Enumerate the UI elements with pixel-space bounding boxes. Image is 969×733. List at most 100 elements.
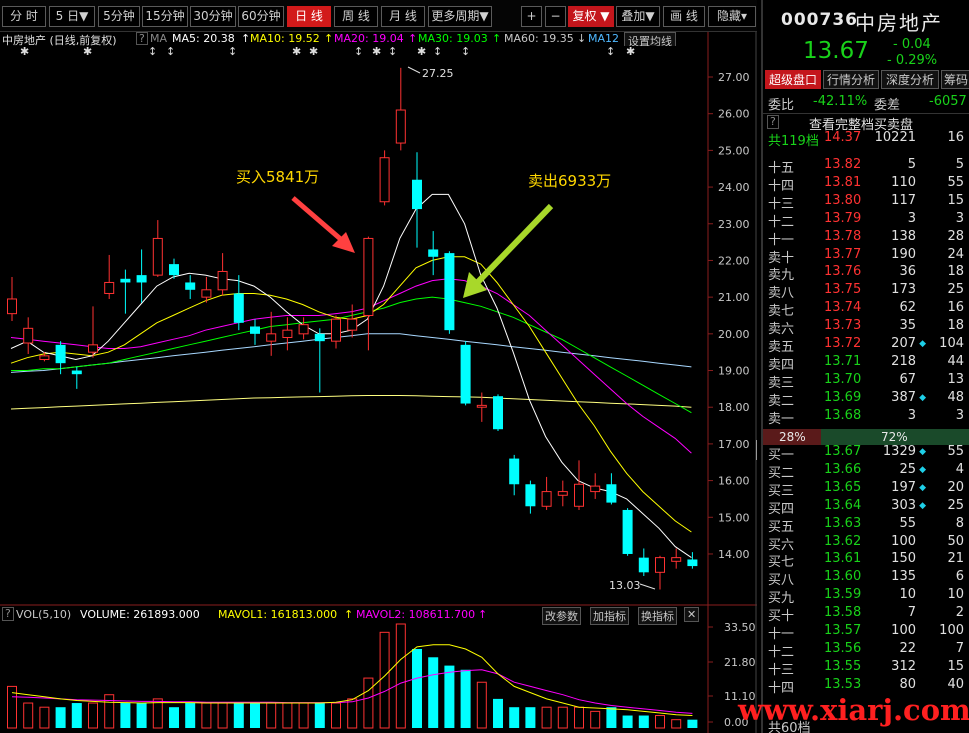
- quote-tabs: 超级盘口 行情分析 深度分析 筹码: [765, 70, 969, 90]
- level-volume: 110: [891, 174, 916, 190]
- candle: [687, 552, 698, 569]
- order-diff-label: 委差: [874, 98, 901, 113]
- tab-quote-analysis[interactable]: 行情分析: [823, 70, 879, 89]
- price-change: - 0.04: [893, 37, 931, 52]
- arrow-updown-icon: ↕: [606, 45, 616, 58]
- add-indicator-button[interactable]: 加指标: [590, 607, 629, 625]
- order-book-row[interactable]: 十一 13.78 138 28: [763, 228, 969, 248]
- period-5min-button[interactable]: 5分钟: [98, 6, 140, 27]
- order-book-row[interactable]: 十五 13.82 5 5: [763, 157, 969, 176]
- change-params-button[interactable]: 改参数: [542, 607, 581, 625]
- order-book-row[interactable]: 卖五 13.72 207 ◆ 104: [763, 336, 969, 355]
- candle: [314, 328, 325, 393]
- period-30min-button[interactable]: 30分钟: [190, 6, 236, 27]
- order-book-row[interactable]: 卖九 13.76 36 18: [763, 264, 969, 283]
- order-book-row[interactable]: 买九 13.59 10 10: [763, 587, 969, 606]
- candle: [152, 220, 163, 277]
- order-book-row[interactable]: 十四 13.81 110 55: [763, 174, 969, 194]
- volume-bar: [250, 703, 260, 728]
- level-price: 13.72: [824, 336, 862, 351]
- order-book-row[interactable]: 十二 13.56 22 7: [763, 640, 969, 660]
- period-5day-button[interactable]: 5 日▼: [49, 6, 95, 27]
- tab-deep-analysis[interactable]: 深度分析: [881, 70, 939, 89]
- price-tick-label: 17.00: [718, 438, 750, 451]
- period-weekly-button[interactable]: 周 线: [334, 6, 378, 27]
- zoom-in-button[interactable]: +: [521, 6, 542, 27]
- vol-help-icon[interactable]: ?: [2, 607, 14, 621]
- ma60-line: [10, 333, 692, 373]
- order-book-row[interactable]: 买五 13.63 55 8: [763, 516, 969, 535]
- big-order-icon: ◆: [919, 482, 926, 493]
- level-count: 50: [947, 533, 964, 549]
- order-book-row[interactable]: 十四 13.53 80 40: [763, 677, 969, 696]
- level-price: 13.80: [824, 192, 862, 208]
- full-book-row[interactable]: ? 查看完整档买卖盘: [763, 113, 969, 133]
- level-count: 20: [947, 479, 964, 495]
- volume-bar: [655, 715, 665, 729]
- order-book-row[interactable]: 卖四 13.71 218 44: [763, 354, 969, 373]
- volume-bar: [444, 665, 455, 728]
- hide-dropdown[interactable]: 隐藏▾: [708, 6, 756, 27]
- order-book-row[interactable]: 十二 13.79 3 3: [763, 210, 969, 230]
- draw-line-button[interactable]: 画 线: [663, 6, 705, 27]
- order-book-row[interactable]: 买一 13.67 1329 ◆ 55: [763, 444, 969, 463]
- switch-indicator-button[interactable]: 换指标: [638, 607, 677, 625]
- book-help-icon[interactable]: ?: [767, 115, 779, 129]
- order-book-row[interactable]: 卖一 13.68 3 3: [763, 408, 969, 427]
- period-monthly-button[interactable]: 月 线: [381, 6, 425, 27]
- level-count: 28: [947, 228, 964, 244]
- order-book-row[interactable]: 卖七 13.74 62 16: [763, 300, 969, 319]
- volume-bar: [671, 719, 682, 729]
- volume-bar: [493, 698, 503, 728]
- order-book-row[interactable]: 卖十 13.77 190 24: [763, 247, 969, 266]
- volume-bar: [217, 702, 228, 729]
- level-volume: 3: [907, 210, 916, 226]
- order-book-row[interactable]: 买八 13.60 135 6: [763, 569, 969, 588]
- order-book-row[interactable]: 十三 13.55 312 15: [763, 659, 969, 678]
- ma-settings-button[interactable]: 设置均线: [624, 32, 676, 46]
- level-label: 卖六: [768, 322, 795, 338]
- order-book-row[interactable]: 卖八 13.75 173 25: [763, 282, 969, 301]
- volume-bar: [71, 703, 82, 728]
- level-price: 13.70: [824, 371, 862, 387]
- period-more-dropdown[interactable]: 更多周期▼: [428, 6, 492, 27]
- overlay-dropdown[interactable]: 叠加▼: [616, 6, 660, 27]
- level-count: 7: [955, 640, 964, 656]
- order-book-row[interactable]: 买十 13.58 7 2: [763, 605, 969, 624]
- tab-chips[interactable]: 筹码: [941, 70, 969, 89]
- ma-help-icon[interactable]: ?: [136, 32, 148, 45]
- tab-super-book[interactable]: 超级盘口: [765, 70, 821, 89]
- level-label: 买三: [768, 483, 795, 499]
- order-book-row[interactable]: 卖二 13.69 387 ◆ 48: [763, 390, 969, 409]
- sell-annotation: 卖出6933万: [528, 172, 611, 190]
- ma20-label: MA20: 19.04: [334, 32, 404, 45]
- level-label: 买一: [768, 448, 795, 463]
- candle: [120, 269, 131, 314]
- order-book-row[interactable]: 卖三 13.70 67 13: [763, 371, 969, 391]
- adjust-dropdown[interactable]: 复权 ▼: [568, 6, 614, 27]
- order-book-row[interactable]: 买三 13.65 197 ◆ 20: [763, 479, 969, 499]
- period-intraday-button[interactable]: 分 时: [2, 6, 46, 27]
- order-book-row[interactable]: 十一 13.57 100 100: [763, 623, 969, 642]
- level-count: 18: [947, 318, 964, 334]
- order-book-row[interactable]: 买六 13.62 100 50: [763, 533, 969, 553]
- period-60min-button[interactable]: 60分钟: [238, 6, 284, 27]
- order-book-row[interactable]: 买七 13.61 150 21: [763, 551, 969, 570]
- close-icon[interactable]: ✕: [684, 607, 700, 622]
- level-count: 25: [947, 282, 964, 298]
- period-15min-button[interactable]: 15分钟: [142, 6, 188, 27]
- mavol1-arrow-icon: ↑: [344, 608, 354, 621]
- price-tick-label: 20.00: [718, 328, 750, 341]
- period-daily-button[interactable]: 日 线: [287, 6, 331, 27]
- order-book-row[interactable]: 买四 13.64 303 ◆ 25: [763, 498, 969, 517]
- star-icon: ✱: [83, 45, 93, 58]
- candle: [347, 304, 358, 338]
- order-book-row[interactable]: 买二 13.66 25 ◆ 4: [763, 462, 969, 481]
- order-book-row[interactable]: 卖六 13.73 35 18: [763, 318, 969, 338]
- order-ratio-row: 委比 -42.11% 委差 -6057: [763, 92, 969, 113]
- zoom-out-button[interactable]: −: [545, 6, 566, 27]
- candle: [379, 150, 390, 206]
- volume-bar: [476, 681, 487, 729]
- candle: [217, 253, 228, 296]
- order-book-row[interactable]: 十三 13.80 117 15: [763, 192, 969, 212]
